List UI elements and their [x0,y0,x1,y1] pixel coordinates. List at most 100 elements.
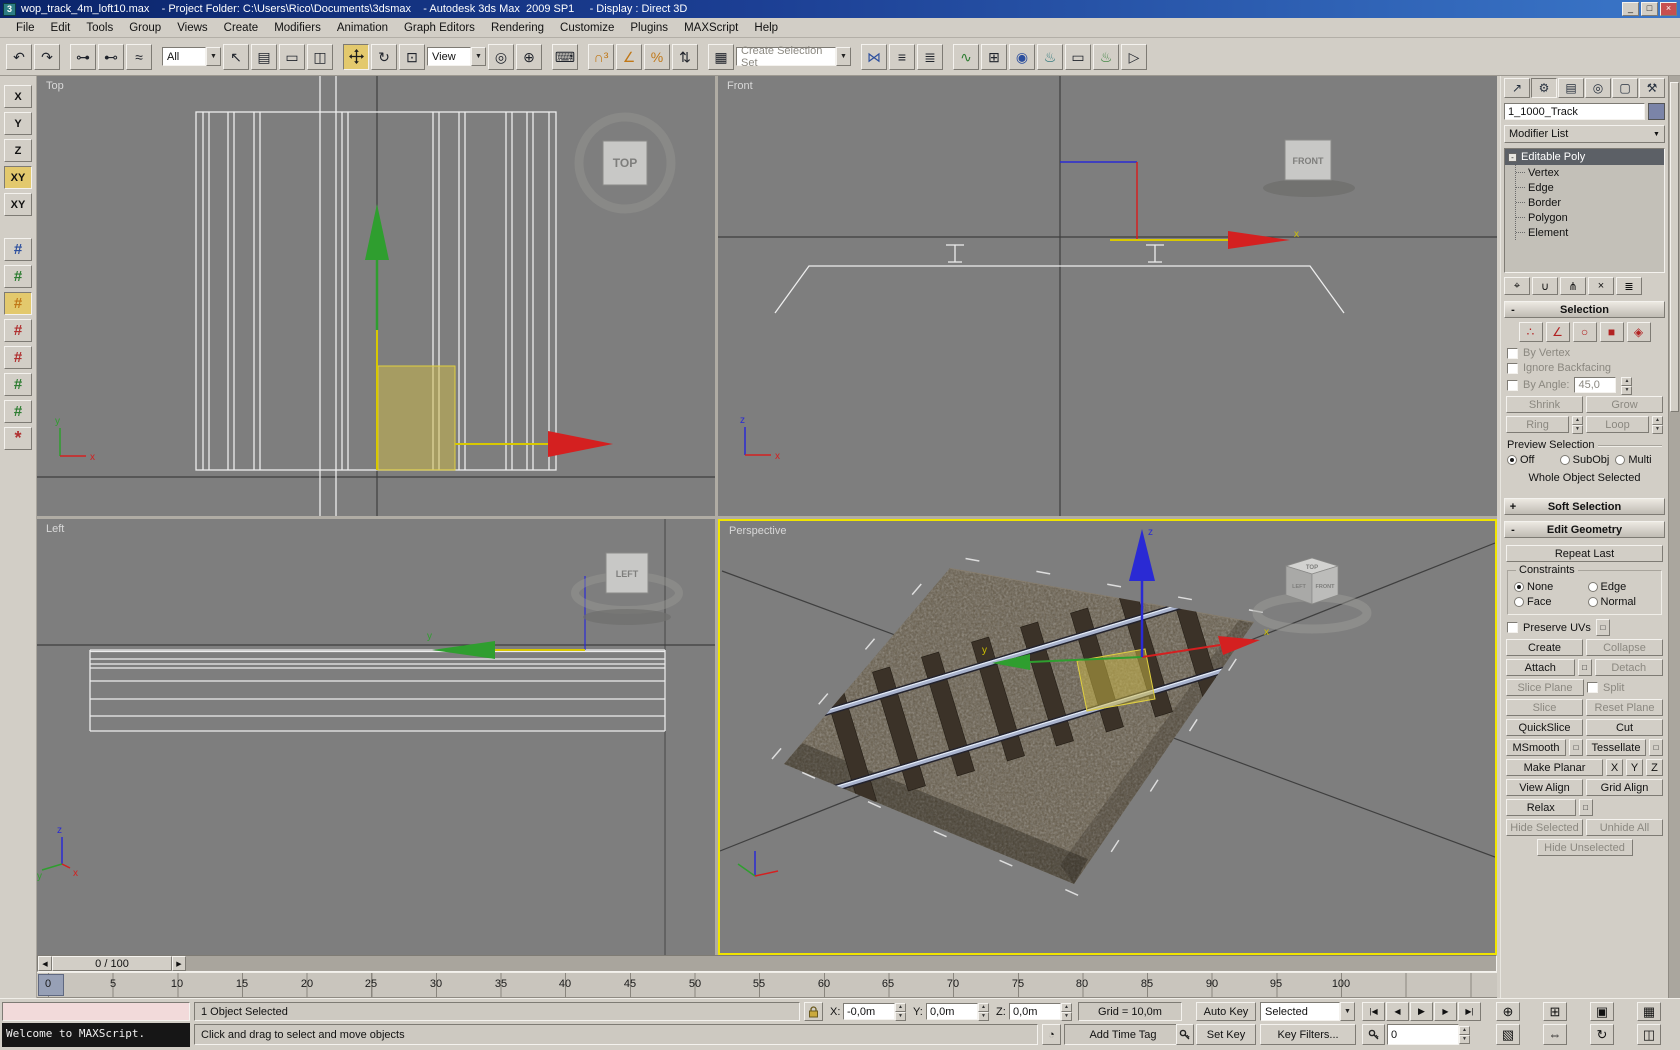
viewport-left[interactable]: Left y LEFT z y x [37,519,715,955]
tessellate-button[interactable]: Tessellate [1586,739,1646,756]
split-checkbox[interactable]: Split [1587,679,1663,696]
tab-motion[interactable]: ◎ [1585,78,1611,98]
relax-button[interactable]: Relax [1506,799,1576,816]
menu-maxscript[interactable]: MAXScript [676,20,746,36]
stack-item-edge[interactable]: Edge [1516,180,1664,195]
menu-customize[interactable]: Customize [552,20,622,36]
set-key-button[interactable]: Set Key [1196,1024,1256,1045]
unlink-selection-button[interactable]: ⊷ [98,44,124,70]
loop-button[interactable]: Loop [1586,416,1649,433]
x-coord-field[interactable]: -0,0m [843,1003,895,1020]
msmooth-options-button[interactable]: □ [1569,739,1583,756]
maximize-button[interactable]: □ [1641,2,1658,16]
stack-item-polygon[interactable]: Polygon [1516,210,1664,225]
redo-button[interactable]: ↷ [34,44,60,70]
detach-button[interactable]: Detach [1595,659,1664,676]
select-and-link-button[interactable]: ⊶ [70,44,96,70]
slice-button[interactable]: Slice [1506,699,1583,716]
viewcube-front-face[interactable]: FRONT [1316,584,1336,590]
reference-coordinate-dropdown[interactable]: View ▼ [427,47,486,66]
constraint-none-radio[interactable]: None [1514,581,1582,593]
add-time-tag[interactable]: Add Time Tag [1064,1024,1182,1045]
loop-spinner[interactable]: ▲▼ [1652,416,1663,432]
border-mode-button[interactable]: ○ [1573,322,1597,342]
use-center-button[interactable]: ◎ [488,44,514,70]
menu-modifiers[interactable]: Modifiers [266,20,329,36]
show-end-result-button[interactable]: ∪ [1532,277,1558,295]
menu-animation[interactable]: Animation [329,20,396,36]
previous-frame-button[interactable]: ◀ [1386,1002,1409,1021]
stack-item-border[interactable]: Border [1516,195,1664,210]
command-panel-scrollbar[interactable] [1668,76,1680,998]
tab-create[interactable]: ↗ [1504,78,1530,98]
angle-snap-button[interactable]: ∠ [616,44,642,70]
scrollbar-thumb[interactable] [1670,82,1679,412]
snap-edge-button[interactable]: # [4,292,32,315]
viewcube-top-label[interactable]: TOP [613,156,637,170]
angle-field[interactable]: 45,0 [1574,377,1616,393]
preview-multi-radio[interactable]: Multi [1615,454,1662,466]
go-to-end-button[interactable]: ▶| [1458,1002,1481,1021]
relax-options-button[interactable]: □ [1579,799,1593,816]
menu-create[interactable]: Create [216,20,267,36]
go-to-start-button[interactable]: |◀ [1362,1002,1385,1021]
snap-endpoint-button[interactable]: # [4,400,32,423]
pan-button[interactable]: ⇔ [1543,1024,1567,1045]
cut-button[interactable]: Cut [1586,719,1663,736]
hide-selected-button[interactable]: Hide Selected [1506,819,1583,836]
pin-stack-button[interactable]: ⌖ [1504,277,1530,295]
menu-help[interactable]: Help [746,20,786,36]
frame-spinner[interactable]: ▲▼ [1459,1026,1470,1042]
selection-filter-dropdown[interactable]: All ▼ [162,47,221,66]
menu-tools[interactable]: Tools [78,20,121,36]
select-and-rotate-button[interactable]: ↻ [371,44,397,70]
make-unique-button[interactable]: ⋔ [1560,277,1586,295]
constraint-z-button[interactable]: Z [4,139,32,162]
menu-rendering[interactable]: Rendering [483,20,552,36]
preserve-uvs-checkbox[interactable]: Preserve UVs □ [1507,619,1662,636]
rendered-frame-window-button[interactable]: ▭ [1065,44,1091,70]
repeat-last-button[interactable]: Repeat Last [1506,545,1663,562]
by-vertex-checkbox[interactable]: By Vertex [1507,347,1662,359]
preview-off-radio[interactable]: Off [1507,454,1554,466]
view-align-button[interactable]: View Align [1506,779,1583,796]
tab-modify[interactable]: ⚙ [1531,78,1557,98]
attach-button[interactable]: Attach [1506,659,1575,676]
viewport-front[interactable]: Front x FRONT z x [718,76,1497,516]
viewport-front-label[interactable]: Front [727,80,753,92]
configure-modifier-sets-button[interactable]: ≣ [1616,277,1642,295]
time-slider-track[interactable] [186,956,1496,971]
viewcube-top-face[interactable]: TOP [1306,565,1318,571]
spinner-snap-button[interactable]: ⇅ [672,44,698,70]
z-coord-field[interactable]: 0,0m [1009,1003,1061,1020]
menu-edit[interactable]: Edit [43,20,79,36]
edit-named-selections-button[interactable]: ▦ [708,44,734,70]
selection-lock-toggle[interactable] [804,1002,823,1021]
window-crossing-button[interactable]: ◫ [307,44,333,70]
constraint-xy-button[interactable]: XY [4,166,32,189]
arc-rotate-button[interactable]: ↻ [1590,1024,1614,1045]
planar-x-button[interactable]: X [1606,759,1623,776]
key-filter-mode-dropdown[interactable]: Selected ▼ [1260,1002,1355,1021]
viewport-perspective-label[interactable]: Perspective [729,525,786,537]
percent-snap-button[interactable]: % [644,44,670,70]
constraint-edge-radio[interactable]: Edge [1588,581,1656,593]
key-mode-toggle-button[interactable] [1362,1024,1385,1045]
key-filters-button[interactable]: Key Filters... [1260,1024,1356,1045]
grow-button[interactable]: Grow [1586,396,1663,413]
quickslice-button[interactable]: QuickSlice [1506,719,1583,736]
time-tag-icon-button[interactable]: ◔ [1042,1024,1061,1045]
viewport-perspective[interactable]: Perspective [718,519,1497,955]
stack-item-element[interactable]: Element [1516,225,1664,240]
hide-unselected-button[interactable]: Hide Unselected [1537,839,1633,856]
render-setup-button[interactable]: ♨ [1037,44,1063,70]
constraint-xy-flyout-button[interactable]: XY [4,193,32,216]
time-slider-prev-button[interactable]: ◀ [38,956,52,971]
render-flyout-button[interactable]: ▷ [1121,44,1147,70]
collapse-icon[interactable]: - [1508,153,1517,162]
selection-region-button[interactable]: ▭ [279,44,305,70]
material-editor-button[interactable]: ◉ [1009,44,1035,70]
shrink-button[interactable]: Shrink [1506,396,1583,413]
maxscript-macro-recorder[interactable] [2,1002,190,1021]
mirror-button[interactable]: ⋈ [861,44,887,70]
